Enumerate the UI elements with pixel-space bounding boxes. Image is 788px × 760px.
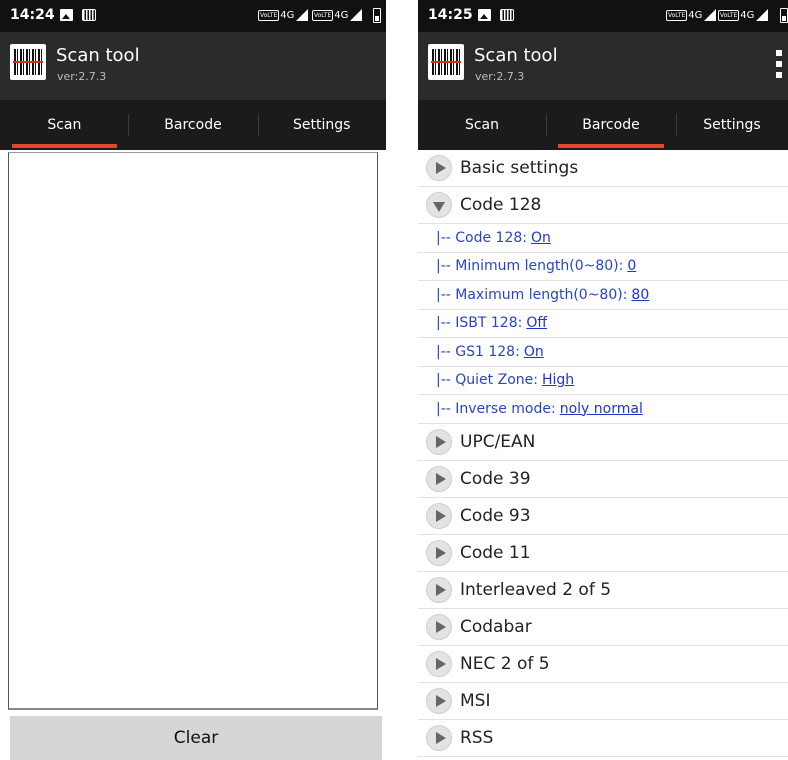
image-notification-icon [478,9,491,21]
tab-bar: Scan Barcode Settings [418,100,788,150]
section-rss[interactable]: RSS [418,720,788,757]
tab-divider [258,114,259,136]
barcode-settings-screen: 14:25 VoLTE 4G VoLTE 4G Scan tool ver:2.7.… [418,0,788,760]
tab-divider [546,114,547,136]
signal-2-icon: VoLTE 4G [312,9,366,21]
tab-barcode[interactable]: Barcode [129,100,258,150]
status-bar: 14:25 VoLTE 4G VoLTE 4G [418,0,788,32]
barcode-notification-icon [82,9,96,21]
app-title: Scan tool [56,45,140,66]
option-gs1-128: |-- GS1 128: On [418,338,788,367]
app-version: ver:2.7.3 [475,70,525,83]
signal-1-icon: VoLTE 4G [666,9,720,21]
signal-1-icon: VoLTE 4G [258,9,312,21]
section-basic-settings[interactable]: Basic settings [418,150,788,187]
tab-bar: Scan Barcode Settings [0,100,386,150]
expand-arrow-icon [426,687,452,714]
option-quiet-zone: |-- Quiet Zone: High [418,367,788,395]
option-max-length: |-- Maximum length(0~80): 80 [418,281,788,310]
option-value-link[interactable]: 0 [627,258,636,274]
barcode-logo-icon [10,44,46,80]
section-msi[interactable]: MSI [418,683,788,720]
signal-2-icon: VoLTE 4G [718,9,772,21]
status-bar: 14:24 VoLTE 4G VoLTE 4G [0,0,386,32]
barcode-settings-list: Basic settings Code 128 |-- Code 128: On … [418,150,788,757]
section-nec-2-of-5[interactable]: NEC 2 of 5 [418,646,788,683]
expand-arrow-icon [426,613,452,640]
option-min-length: |-- Minimum length(0~80): 0 [418,253,788,281]
collapse-arrow-icon [426,192,452,218]
tab-scan[interactable]: Scan [0,100,129,150]
option-inverse-mode: |-- Inverse mode: noly normal [418,395,788,424]
tab-settings[interactable]: Settings [257,100,386,150]
option-code-128: |-- Code 128: On [418,224,788,253]
expand-arrow-icon [426,502,452,529]
tab-scan[interactable]: Scan [418,100,546,150]
app-bar: Scan tool ver:2.7.3 [418,32,788,100]
battery-icon [780,8,788,23]
option-value-link[interactable]: Off [526,315,547,331]
expand-arrow-icon [426,465,452,492]
section-codabar[interactable]: Codabar [418,609,788,646]
tab-divider [128,114,129,136]
option-isbt-128: |-- ISBT 128: Off [418,310,788,338]
tab-barcode[interactable]: Barcode [546,100,676,150]
overflow-menu-icon[interactable] [776,50,782,78]
section-upc-ean[interactable]: UPC/EAN [418,424,788,461]
app-version: ver:2.7.3 [57,70,107,83]
image-notification-icon [60,9,73,21]
scan-screen: 14:24 VoLTE 4G VoLTE 4G Scan tool ver:2.7.… [0,0,386,760]
clear-button[interactable]: Clear [10,716,382,760]
expand-arrow-icon [426,724,452,751]
tab-settings[interactable]: Settings [676,100,788,150]
option-value-link[interactable]: On [531,230,551,246]
app-title: Scan tool [474,45,558,66]
option-value-link[interactable]: On [524,344,544,360]
barcode-logo-icon [428,44,464,80]
section-code-93[interactable]: Code 93 [418,498,788,535]
option-value-link[interactable]: High [542,372,574,388]
section-code-128[interactable]: Code 128 [418,187,788,224]
option-value-link[interactable]: noly normal [560,401,643,417]
app-bar: Scan tool ver:2.7.3 [0,32,386,100]
expand-arrow-icon [426,650,452,677]
expand-arrow-icon [426,539,452,566]
barcode-notification-icon [500,9,514,21]
status-time: 14:25 [428,7,473,23]
battery-icon [373,8,381,23]
expand-arrow-icon [426,428,452,455]
expand-arrow-icon [426,155,452,181]
section-code-11[interactable]: Code 11 [418,535,788,572]
scan-result-textarea[interactable] [8,152,378,710]
section-code-39[interactable]: Code 39 [418,461,788,498]
status-time: 14:24 [10,7,55,23]
option-value-link[interactable]: 80 [631,287,649,303]
section-interleaved-2-of-5[interactable]: Interleaved 2 of 5 [418,572,788,609]
expand-arrow-icon [426,576,452,603]
tab-divider [676,114,677,136]
